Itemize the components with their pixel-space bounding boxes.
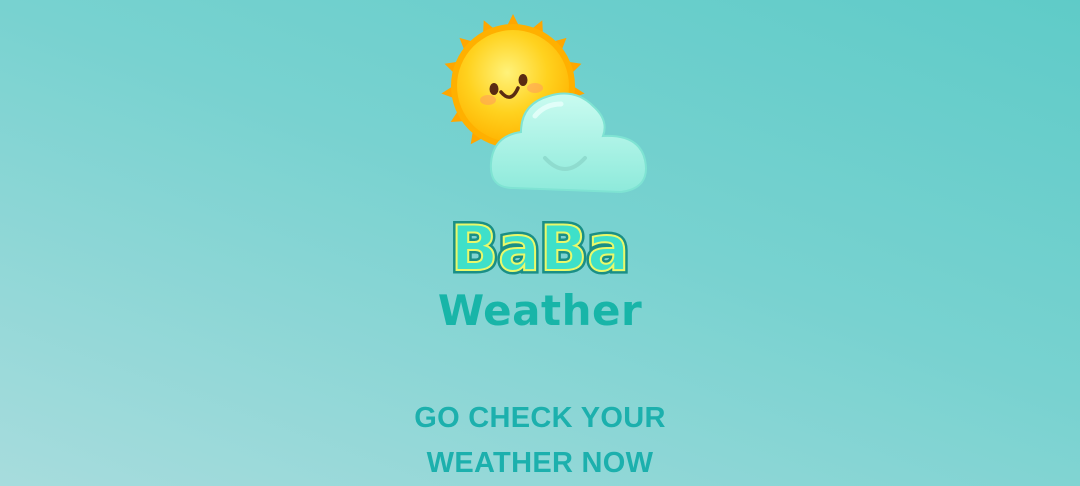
cta-message: GO CHECK YOUR WEATHER NOW [0, 396, 1080, 486]
app-name-line1-highlight: BaBa [451, 212, 629, 285]
sun-behind-cloud-icon [425, 8, 660, 203]
app-name-baba: BaBa BaBa [0, 208, 1080, 289]
app-name-weather: Weather [437, 286, 643, 335]
splash-screen: BaBa BaBa Weather GO CHECK YOUR WEATHER … [0, 0, 1080, 486]
cta-line2: WEATHER NOW [426, 447, 654, 479]
cta-line1: GO CHECK YOUR [414, 402, 666, 434]
